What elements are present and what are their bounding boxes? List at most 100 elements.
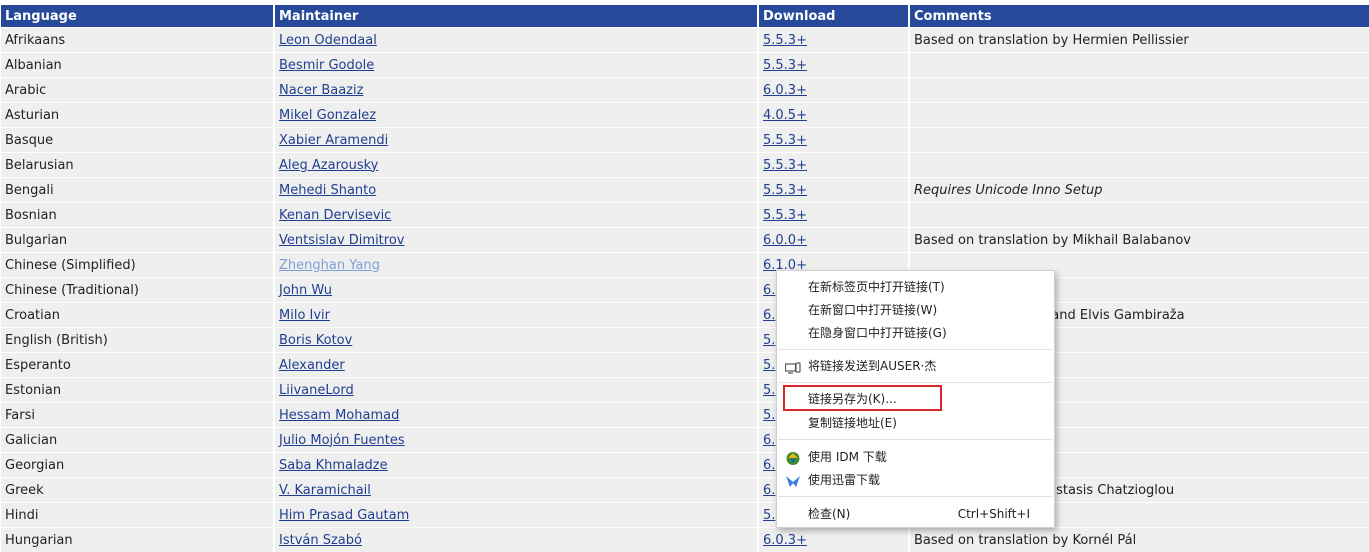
download-link[interactable]: 5.5.3+ (763, 183, 807, 198)
table-row: Albanian Besmir Godole 5.5.3+ (1, 52, 1369, 77)
download-link[interactable]: 5.5.3+ (763, 33, 807, 48)
maintainer-link[interactable]: Alexander (279, 358, 345, 373)
maintainer-link[interactable]: Kenan Dervisevic (279, 208, 391, 223)
maintainer-link[interactable]: V. Karamichail (279, 483, 371, 498)
header-download: Download (759, 5, 908, 27)
translations-table: Language Maintainer Download Comments Af… (0, 5, 1369, 552)
language-cell: Belarusian (1, 152, 273, 177)
download-link[interactable]: 6.0.0+ (763, 233, 807, 248)
maintainer-link[interactable]: Mehedi Shanto (279, 183, 376, 198)
table-row: Bulgarian Ventsislav Dimitrov 6.0.0+ Based … (1, 227, 1369, 252)
menu-item-copy-link[interactable]: 复制链接地址(E) (777, 412, 1054, 435)
menu-item-label: 在新窗口中打开链接(W) (808, 303, 938, 317)
table-row: Farsi Hessam Mohamad 5. (1, 402, 1369, 427)
maintainer-link[interactable]: Nacer Baaziz (279, 83, 363, 98)
maintainer-link[interactable]: John Wu (279, 283, 332, 298)
maintainer-cell: LiivaneLord (275, 377, 757, 402)
comment-cell (910, 77, 1369, 102)
download-link[interactable]: 5. (763, 358, 775, 373)
device-icon (784, 360, 801, 374)
comment-cell (910, 102, 1369, 127)
download-link[interactable]: 5.5.3+ (763, 208, 807, 223)
download-link[interactable]: 5.5.3+ (763, 133, 807, 148)
table-row: Georgian Saba Khmaladze 6. (1, 452, 1369, 477)
comment-cell (910, 52, 1369, 77)
menu-separator (778, 349, 1053, 350)
menu-item-open-new-tab[interactable]: 在新标签页中打开链接(T) (777, 276, 1054, 299)
maintainer-link[interactable]: Ventsislav Dimitrov (279, 233, 404, 248)
table-row: Belarusian Aleg Azarousky 5.5.3+ (1, 152, 1369, 177)
table-row: Galician Julio Mojón Fuentes 6. (1, 427, 1369, 452)
maintainer-cell: John Wu (275, 277, 757, 302)
table-row: Afrikaans Leon Odendaal 5.5.3+ Based on tra… (1, 27, 1369, 52)
maintainer-cell: Alexander (275, 352, 757, 377)
maintainer-cell: Zhenghan Yang (275, 252, 757, 277)
menu-item-send-to-device[interactable]: 将链接发送到AUSER·杰 (777, 355, 1054, 378)
maintainer-link[interactable]: Leon Odendaal (279, 33, 377, 48)
maintainer-link[interactable]: Milo Ivir (279, 308, 330, 323)
maintainer-cell: V. Karamichail (275, 477, 757, 502)
table-row: GreekV. Karamichail6.by XhmikosR and Ana… (1, 477, 1369, 502)
menu-item-inspect[interactable]: 检查(N) Ctrl+Shift+I (777, 503, 1054, 526)
maintainer-link[interactable]: Julio Mojón Fuentes (279, 433, 405, 448)
menu-item-open-new-window[interactable]: 在新窗口中打开链接(W) (777, 299, 1054, 322)
menu-separator (778, 439, 1053, 440)
download-link[interactable]: 5.5.3+ (763, 58, 807, 73)
language-cell: Chinese (Simplified) (1, 252, 273, 277)
download-link[interactable]: 6.0.3+ (763, 83, 807, 98)
menu-item-label: 使用迅雷下载 (808, 473, 881, 487)
maintainer-cell: Kenan Dervisevic (275, 202, 757, 227)
comment-cell (910, 202, 1369, 227)
maintainer-link[interactable]: Boris Kotov (279, 333, 352, 348)
maintainer-cell: Saba Khmaladze (275, 452, 757, 477)
menu-separator (778, 496, 1053, 497)
maintainer-link[interactable]: István Szabó (279, 533, 362, 548)
table-row: English (British) Boris Kotov 5. (1, 327, 1369, 352)
download-link[interactable]: 6. (763, 433, 775, 448)
maintainer-cell: Xabier Aramendi (275, 127, 757, 152)
maintainer-link[interactable]: Hessam Mohamad (279, 408, 399, 423)
maintainer-cell: Him Prasad Gautam (275, 502, 757, 527)
context-menu: 在新标签页中打开链接(T) 在新窗口中打开链接(W) 在隐身窗口中打开链接(G)… (776, 270, 1055, 528)
menu-item-label: 检查(N) (808, 507, 851, 521)
comment-cell (910, 152, 1369, 177)
maintainer-cell: Nacer Baaziz (275, 77, 757, 102)
maintainer-link[interactable]: Zhenghan Yang (279, 258, 380, 273)
menu-item-open-incognito[interactable]: 在隐身窗口中打开链接(G) (777, 322, 1054, 345)
download-link[interactable]: 5. (763, 333, 775, 348)
download-link[interactable]: 5. (763, 408, 775, 423)
maintainer-cell: Julio Mojón Fuentes (275, 427, 757, 452)
maintainer-cell: Hessam Mohamad (275, 402, 757, 427)
download-link[interactable]: 5. (763, 383, 775, 398)
maintainer-link[interactable]: Saba Khmaladze (279, 458, 388, 473)
maintainer-link[interactable]: LiivaneLord (279, 383, 354, 398)
download-link[interactable]: 6. (763, 308, 775, 323)
maintainer-link[interactable]: Mikel Gonzalez (279, 108, 376, 123)
maintainer-link[interactable]: Xabier Aramendi (279, 133, 388, 148)
maintainer-link[interactable]: Aleg Azarousky (279, 158, 378, 173)
language-cell: Esperanto (1, 352, 273, 377)
maintainer-link[interactable]: Besmir Godole (279, 58, 374, 73)
comment-cell (910, 127, 1369, 152)
header-comments: Comments (910, 5, 1369, 27)
maintainer-link[interactable]: Him Prasad Gautam (279, 508, 409, 523)
table-row: Hungarian István Szabó 6.0.3+ Based on tran… (1, 527, 1369, 552)
table-row: Basque Xabier Aramendi 5.5.3+ (1, 127, 1369, 152)
download-link[interactable]: 6. (763, 283, 775, 298)
download-link[interactable]: 6.0.3+ (763, 533, 807, 548)
menu-item-thunder-download[interactable]: 使用迅雷下载 (777, 469, 1054, 492)
download-link[interactable]: 6. (763, 458, 775, 473)
table-row: Chinese (Traditional)John Wu6.by Samuel … (1, 277, 1369, 302)
download-link[interactable]: 5.5.3+ (763, 158, 807, 173)
download-link[interactable]: 4.0.5+ (763, 108, 807, 123)
download-cell: 4.0.5+ (759, 102, 908, 127)
maintainer-cell: Ventsislav Dimitrov (275, 227, 757, 252)
language-cell: Hindi (1, 502, 273, 527)
menu-item-label: 在新标签页中打开链接(T) (808, 280, 945, 294)
language-cell: Basque (1, 127, 273, 152)
menu-item-idm-download[interactable]: 使用 IDM 下载 (777, 446, 1054, 469)
download-link[interactable]: 6. (763, 483, 775, 498)
menu-item-label: 将链接发送到AUSER·杰 (808, 359, 937, 373)
language-cell: Georgian (1, 452, 273, 477)
download-link[interactable]: 5. (763, 508, 775, 523)
